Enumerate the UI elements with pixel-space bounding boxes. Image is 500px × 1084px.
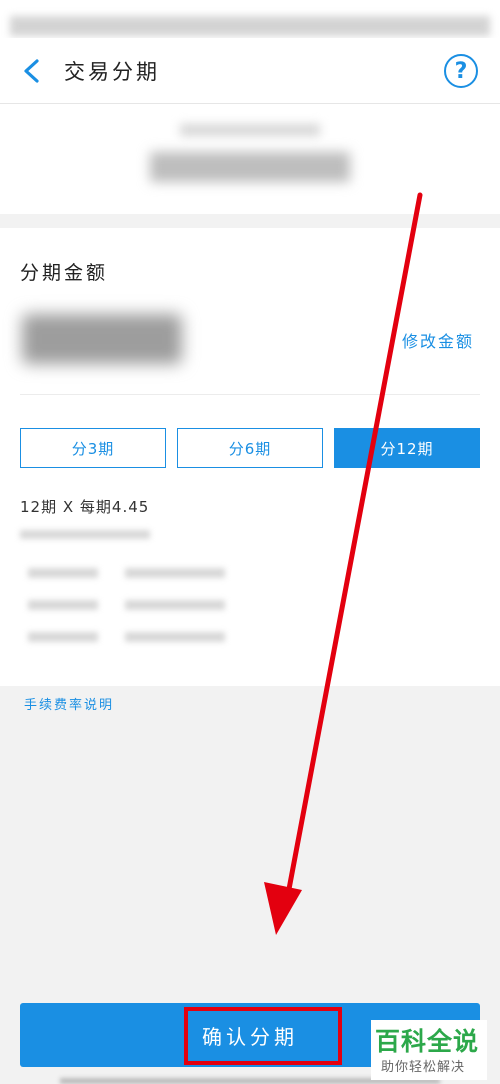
- term-option-3[interactable]: 分3期: [20, 428, 166, 468]
- blurred-text: [20, 530, 150, 539]
- watermark-title: 百科全说: [375, 1027, 480, 1056]
- installment-card: 分期金额 修改金额 分3期 分6期 分12期 12期 X 每期4.45: [0, 228, 500, 686]
- modify-amount-link[interactable]: 修改金额: [402, 328, 474, 352]
- header: 交易分期 ?: [0, 38, 500, 104]
- chevron-left-icon: [24, 59, 39, 83]
- fee-rate-explanation-link[interactable]: 手续费率说明: [24, 694, 114, 713]
- amount-value-blurred: [22, 314, 182, 364]
- merchant-info-blurred: [0, 104, 500, 214]
- installment-amount-title: 分期金额: [20, 262, 109, 284]
- back-button[interactable]: [14, 54, 48, 88]
- empty-area: [0, 686, 500, 986]
- term-option-12[interactable]: 分12期: [334, 428, 480, 468]
- installment-detail: 12期 X 每期4.45: [20, 498, 150, 516]
- watermark-logo: 百科全说 助你轻松解决: [371, 1020, 487, 1080]
- status-bar: [0, 0, 500, 38]
- watermark-subtitle: 助你轻松解决: [381, 1060, 466, 1075]
- term-option-6[interactable]: 分6期: [177, 428, 323, 468]
- help-icon[interactable]: ?: [444, 54, 478, 88]
- page-title: 交易分期: [64, 60, 160, 84]
- status-bar-blurred: [10, 16, 490, 36]
- divider: [20, 394, 480, 395]
